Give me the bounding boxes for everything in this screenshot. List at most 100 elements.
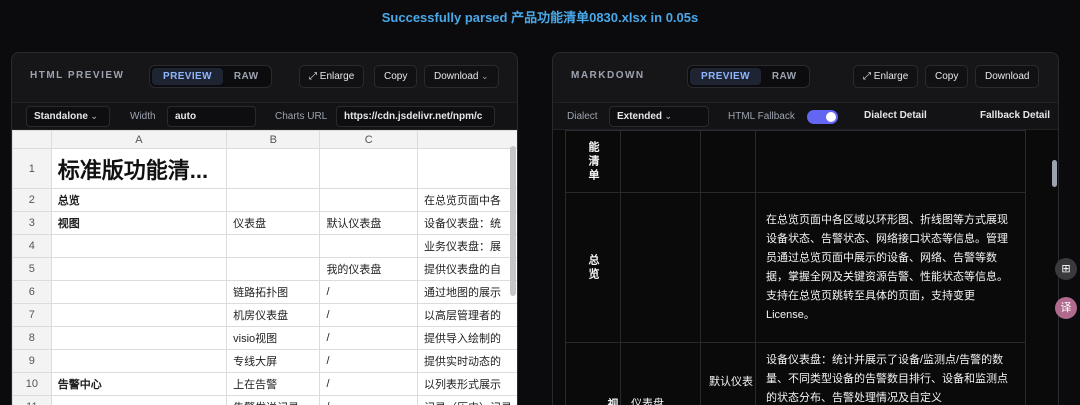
table-cell: 在总览页面中各区域以环形图、折线图等方式展现设备状态、告警状态、网络接口状态等信… [755,192,1026,343]
copy-button[interactable]: Copy [925,65,969,88]
table-cell [620,192,701,343]
markdown-title: MARKDOWN [571,70,645,81]
cell[interactable] [319,148,418,189]
cell[interactable]: 提供仪表盘的自 [416,257,517,281]
cell[interactable]: / [319,303,418,327]
cell[interactable] [50,303,228,327]
cell[interactable]: / [319,372,418,396]
html-fallback-label: HTML Fallback [728,111,795,122]
cell[interactable]: 以高层管理者的 [416,303,517,327]
charts-url-input[interactable]: https://cdn.jsdelivr.net/npm/c [336,106,495,127]
cell[interactable]: 我的仪表盘 [319,257,418,281]
cell[interactable] [226,257,321,281]
copy-button[interactable]: Copy [374,65,418,88]
cell[interactable] [226,148,321,189]
tab-raw[interactable]: RAW [223,68,270,85]
row-number: 1 [12,148,52,189]
row-number: 6 [12,280,52,304]
cell[interactable]: / [319,326,418,350]
html-preview-title: HTML PREVIEW [30,70,125,81]
html-fallback-toggle[interactable] [807,110,838,124]
table-cell [755,130,1026,193]
dialect-select[interactable]: Extended [609,106,709,127]
cell[interactable]: 设备仪表盘：统 [416,211,517,235]
download-button[interactable]: Download [975,65,1040,88]
cell[interactable] [50,395,228,405]
table-row: 总览 在总览页面中各区域以环形图、折线图等方式展现设备状态、告警状态、网络接口状… [565,192,1026,343]
row-number: 11 [12,395,52,405]
cell[interactable] [416,148,517,189]
cell[interactable]: 仪表盘 [226,211,321,235]
cell[interactable]: 视图 [50,211,228,235]
cell[interactable] [50,326,228,350]
expand-icon: ⤢ [863,71,871,82]
tab-preview[interactable]: PREVIEW [152,68,223,85]
cell[interactable]: / [319,280,418,304]
fallback-detail-button[interactable]: Fallback Detail [973,106,1058,127]
cell[interactable] [226,234,321,258]
corner-cell [12,130,52,149]
tab-preview[interactable]: PREVIEW [690,68,761,85]
cell[interactable]: 提供实时动态的 [416,349,517,373]
enlarge-button[interactable]: ⤢ Enlarge [299,65,365,88]
table-cell: 设备仪表盘：统计并展示了设备/监测点/告警的数量、不同类型设备的告警数目排行、设… [755,342,1026,405]
cell[interactable]: / [319,395,418,405]
cell[interactable]: 在总览页面中各 [416,188,517,212]
table-cell: 视 [565,342,621,405]
cell[interactable] [50,234,228,258]
parse-status-message: Successfully parsed 产品功能清单0830.xlsx in 0… [381,10,699,25]
cell[interactable]: 业务仪表盘：展 [416,234,517,258]
markdown-header: MARKDOWN PREVIEW RAW ⤢ Enlarge Copy Down… [553,53,1058,99]
cell[interactable]: 通过地图的展示 [416,280,517,304]
cell[interactable]: 专线大屏 [226,349,321,373]
download-button[interactable]: Download [424,65,499,88]
column-header-c[interactable]: C [319,130,418,149]
expand-icon: ⤢ [309,71,317,82]
cell[interactable] [319,234,418,258]
cell[interactable] [50,257,228,281]
cell[interactable] [319,188,418,212]
table-cell [700,192,756,343]
column-header-d[interactable] [416,130,517,149]
row-number: 8 [12,326,52,350]
cell[interactable]: 告警发送记录 [226,395,321,405]
column-header-row: A B C [12,130,517,149]
cell[interactable]: 告警中心 [50,372,228,396]
dialect-detail-button[interactable]: Dialect Detail [857,106,957,127]
cell[interactable]: 链路拓扑图 [226,280,321,304]
table-cell: 能清单 [565,130,621,193]
html-preview-header: HTML PREVIEW PREVIEW RAW ⤢ Enlarge Copy … [12,53,517,99]
table-cell: 默认仪表 [700,342,756,405]
cell[interactable] [50,280,228,304]
cell[interactable] [50,349,228,373]
translate-icon[interactable]: 译 [1055,297,1077,319]
mode-select[interactable]: Standalone [26,106,110,127]
table-row: 能清单 [565,130,1026,193]
cell[interactable]: visio视图 [226,326,321,350]
width-input[interactable]: auto [167,106,256,127]
markdown-scrollbar[interactable] [1052,160,1057,187]
cell[interactable]: 机房仪表盘 [226,303,321,327]
column-header-b[interactable]: B [226,130,321,149]
table-row: 7 机房仪表盘 / 以高层管理者的 [12,303,517,327]
grid-icon[interactable]: ⊞ [1055,258,1077,280]
cell[interactable]: 以列表形式展示 [416,372,517,396]
cell[interactable]: 记录（历史）记录 [416,395,517,405]
row-number: 9 [12,349,52,373]
tab-raw[interactable]: RAW [761,68,808,85]
column-header-a[interactable]: A [50,130,228,149]
cell[interactable]: / [319,349,418,373]
cell[interactable]: 默认仪表盘 [319,211,418,235]
width-label: Width [130,111,156,122]
cell[interactable]: 标准版功能清... [50,148,228,189]
spreadsheet-scrollbar[interactable] [510,146,516,296]
cell[interactable]: 上在告警 [226,372,321,396]
cell[interactable]: 总览 [50,188,228,212]
table-row: 5 我的仪表盘 提供仪表盘的自 [12,257,517,281]
cell[interactable]: 提供导入绘制的 [416,326,517,350]
cell[interactable] [226,188,321,212]
table-cell [620,130,701,193]
row-number: 2 [12,188,52,212]
enlarge-button[interactable]: ⤢ Enlarge [853,65,919,88]
spreadsheet-preview: A B C 1 标准版功能清... 2 总览 在总览页面中各 3 视图 仪表盘 … [12,130,517,405]
